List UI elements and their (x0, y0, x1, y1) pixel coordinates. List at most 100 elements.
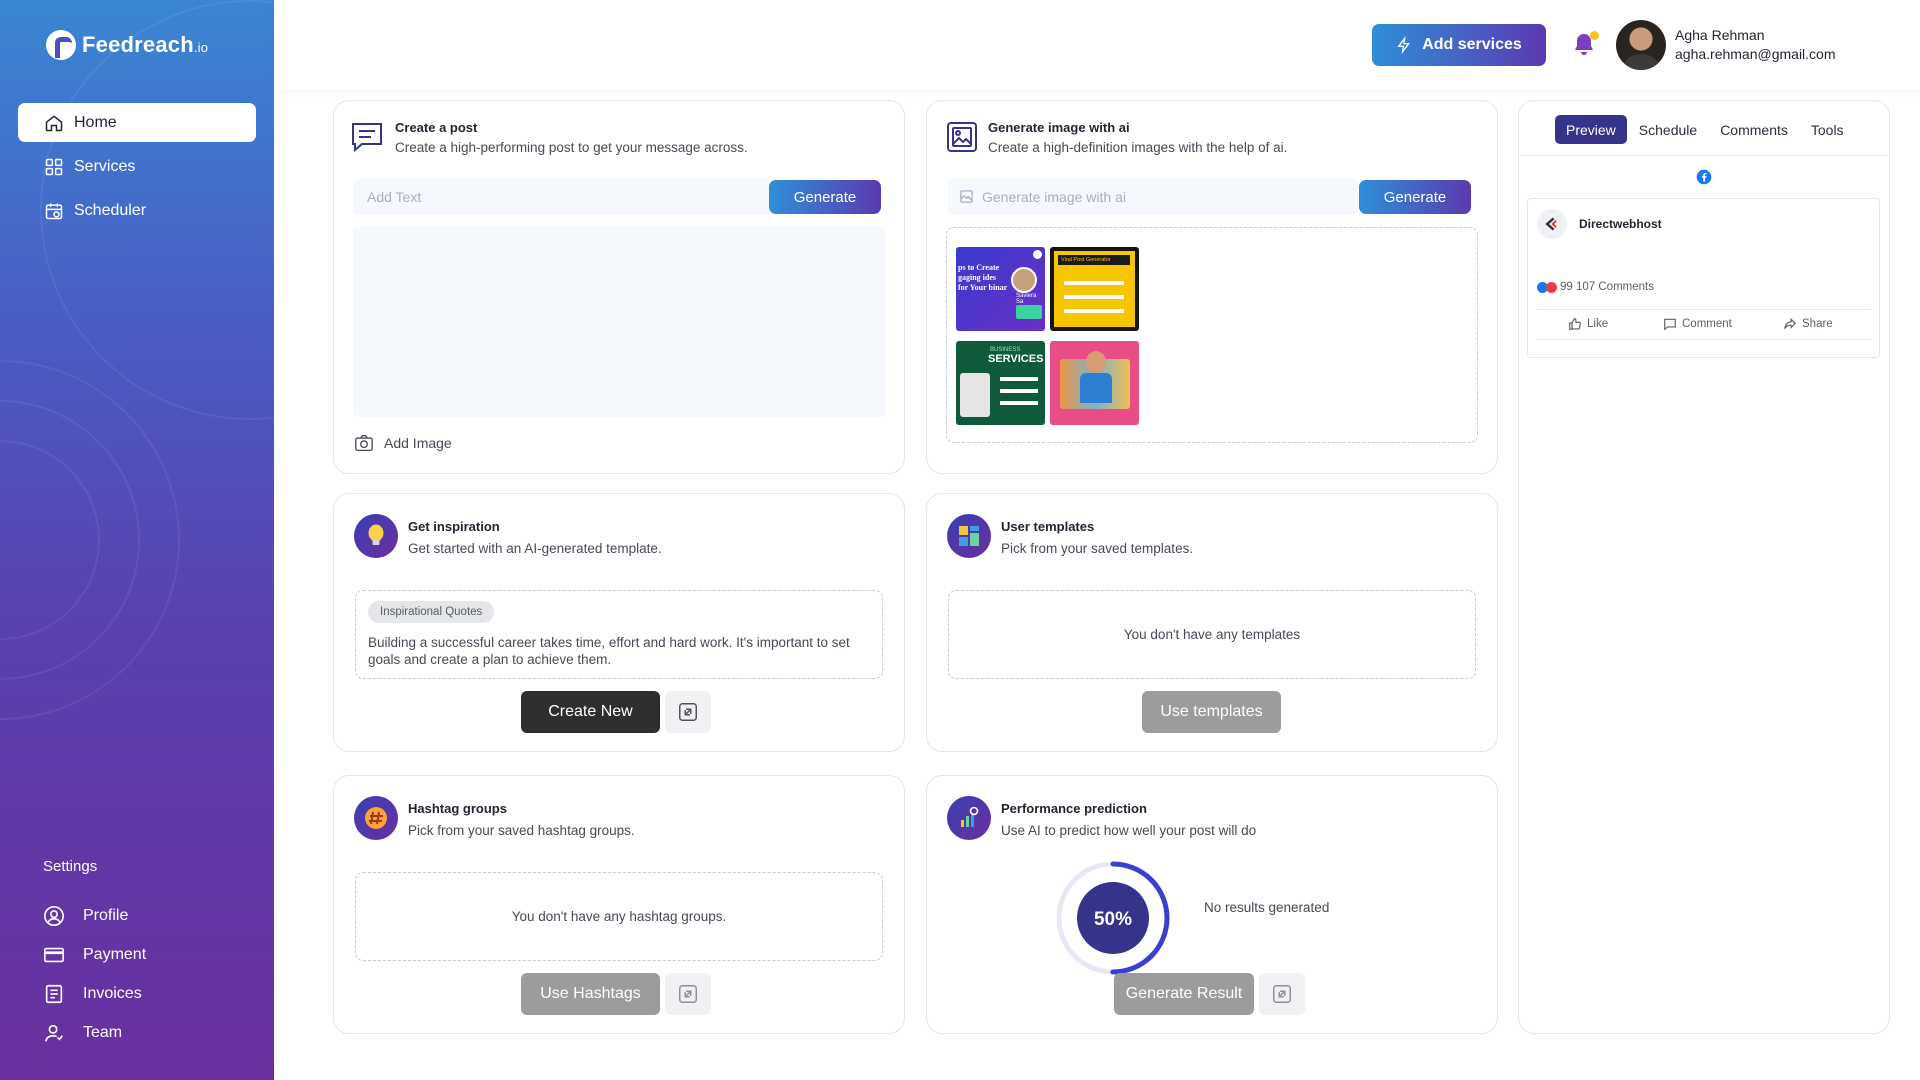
lightbulb-icon (354, 514, 398, 558)
user-email: agha.rehman@gmail.com (1675, 46, 1836, 62)
card-icon (44, 947, 64, 962)
tab-preview[interactable]: Preview (1555, 115, 1627, 144)
lightning-icon (1397, 36, 1411, 54)
preview-divider (1519, 155, 1889, 156)
reactions-text: 99 107 Comments (1560, 281, 1654, 293)
settings-item-invoices[interactable]: Invoices (43, 974, 146, 1013)
analytics-icon (947, 796, 991, 840)
nav-label: Home (74, 113, 117, 131)
post-body-textarea[interactable] (353, 227, 885, 417)
thumb-line (1064, 295, 1124, 299)
sidebar: Feedreach.io Home Services Scheduler Set… (0, 0, 274, 1080)
avatar[interactable] (1616, 20, 1666, 70)
generate-image-title: Generate image with ai (988, 120, 1130, 135)
brand-tld: .io (193, 40, 209, 55)
actions-divider (1537, 309, 1871, 310)
notification-dot (1590, 31, 1599, 40)
tab-tools[interactable]: Tools (1800, 115, 1855, 144)
reactions-row: 99 107 Comments (1537, 281, 1654, 293)
generated-image-thumb[interactable]: ps to Create gaging ides for Your binar … (956, 247, 1045, 331)
templates-icon (947, 514, 991, 558)
settings-item-team[interactable]: Team (43, 1013, 146, 1052)
settings-item-payment[interactable]: Payment (43, 935, 146, 974)
nav-item-services[interactable]: Services (18, 147, 256, 186)
post-text-input[interactable] (353, 179, 773, 215)
performance-result-text: No results generated (1204, 900, 1330, 915)
expand-button[interactable] (1259, 973, 1305, 1015)
settings-item-label: Profile (83, 906, 129, 924)
generated-image-thumb[interactable] (1050, 341, 1139, 425)
thumb-line (1064, 281, 1124, 285)
expand-icon (679, 985, 697, 1003)
category-chip[interactable]: Inspirational Quotes (368, 601, 495, 623)
logo[interactable]: Feedreach.io (46, 30, 208, 60)
invoice-icon (45, 984, 63, 1003)
grid-icon (45, 158, 63, 175)
camera-icon (355, 434, 373, 452)
thumb-text: SERVICES (988, 353, 1044, 365)
comment-icon (1664, 318, 1676, 331)
thumb-caption: Saviera Sa (1016, 293, 1037, 305)
expand-button[interactable] (665, 973, 711, 1015)
team-icon (44, 1024, 63, 1041)
tab-schedule[interactable]: Schedule (1628, 115, 1708, 144)
directwebhost-logo-icon (1545, 217, 1557, 231)
generated-image-thumb[interactable]: Viral Post Generator (1050, 247, 1139, 331)
create-post-title: Create a post (395, 120, 478, 135)
inspiration-title: Get inspiration (408, 519, 500, 534)
templates-empty-text: You don't have any templates (1123, 627, 1301, 642)
comment-label: Comment (1682, 318, 1732, 330)
nav-item-home[interactable]: Home (18, 103, 256, 142)
home-icon (45, 114, 63, 131)
use-templates-button[interactable]: Use templates (1142, 691, 1281, 733)
inspiration-quote: Building a successful career takes time,… (368, 635, 850, 667)
share-icon (1784, 317, 1797, 329)
use-hashtags-button[interactable]: Use Hashtags (521, 973, 660, 1015)
page-name: Directwebhost (1579, 217, 1662, 231)
like-action[interactable]: Like (1568, 317, 1608, 331)
user-name: Agha Rehman (1675, 27, 1765, 43)
image-prompt-input[interactable] (948, 179, 1358, 215)
create-new-button[interactable]: Create New (521, 691, 660, 733)
tab-comments[interactable]: Comments (1709, 115, 1799, 144)
close-icon[interactable] (1033, 250, 1042, 259)
hashtags-empty-text: You don't have any hashtag groups. (511, 909, 727, 924)
facebook-post-preview: Directwebhost 99 107 Comments Like Comme… (1527, 198, 1880, 358)
performance-title: Performance prediction (1001, 801, 1147, 816)
image-frame-icon (947, 122, 977, 152)
generate-image-subtitle: Create a high-definition images with the… (988, 140, 1288, 155)
expand-icon (679, 703, 697, 721)
image-prompt-icon (960, 190, 973, 203)
hashtag-subtitle: Pick from your saved hashtag groups. (408, 823, 635, 838)
settings-item-label: Team (83, 1023, 123, 1041)
generate-result-button[interactable]: Generate Result (1114, 973, 1254, 1015)
thumb-portrait (1011, 267, 1037, 293)
settings-nav: Profile Payment Invoices Team (43, 896, 146, 1052)
facebook-icon[interactable] (1696, 169, 1712, 185)
comment-action[interactable]: Comment (1663, 317, 1732, 331)
main-nav: Home Services Scheduler (18, 103, 256, 235)
nav-label: Services (74, 157, 136, 175)
thumbs-up-icon (1569, 318, 1581, 330)
thumb-text: Viral Post Generator (1058, 255, 1130, 265)
performance-gauge: 50% (1056, 861, 1170, 975)
performance-subtitle: Use AI to predict how well your post wil… (1001, 823, 1257, 838)
settings-item-profile[interactable]: Profile (43, 896, 146, 935)
hashtag-title: Hashtag groups (408, 801, 507, 816)
expand-button[interactable] (665, 691, 711, 733)
nav-item-scheduler[interactable]: Scheduler (18, 191, 256, 230)
top-bar (274, 0, 1920, 90)
generate-post-button[interactable]: Generate (769, 180, 881, 214)
thumb-line (1000, 389, 1038, 393)
calendar-icon (45, 203, 63, 219)
generated-image-thumb[interactable]: BUSINESS SERVICES (956, 341, 1045, 425)
actions-divider (1537, 339, 1871, 340)
add-image-label: Add Image (384, 435, 452, 451)
generate-image-button[interactable]: Generate (1359, 180, 1471, 214)
thumb-line (1000, 401, 1038, 405)
share-action[interactable]: Share (1783, 317, 1833, 331)
settings-item-label: Payment (83, 945, 147, 963)
add-image-button[interactable]: Add Image (354, 434, 452, 452)
thumb-text: ps to Create gaging ides for Your binar (958, 263, 1008, 292)
add-services-button[interactable]: Add services (1372, 24, 1546, 66)
